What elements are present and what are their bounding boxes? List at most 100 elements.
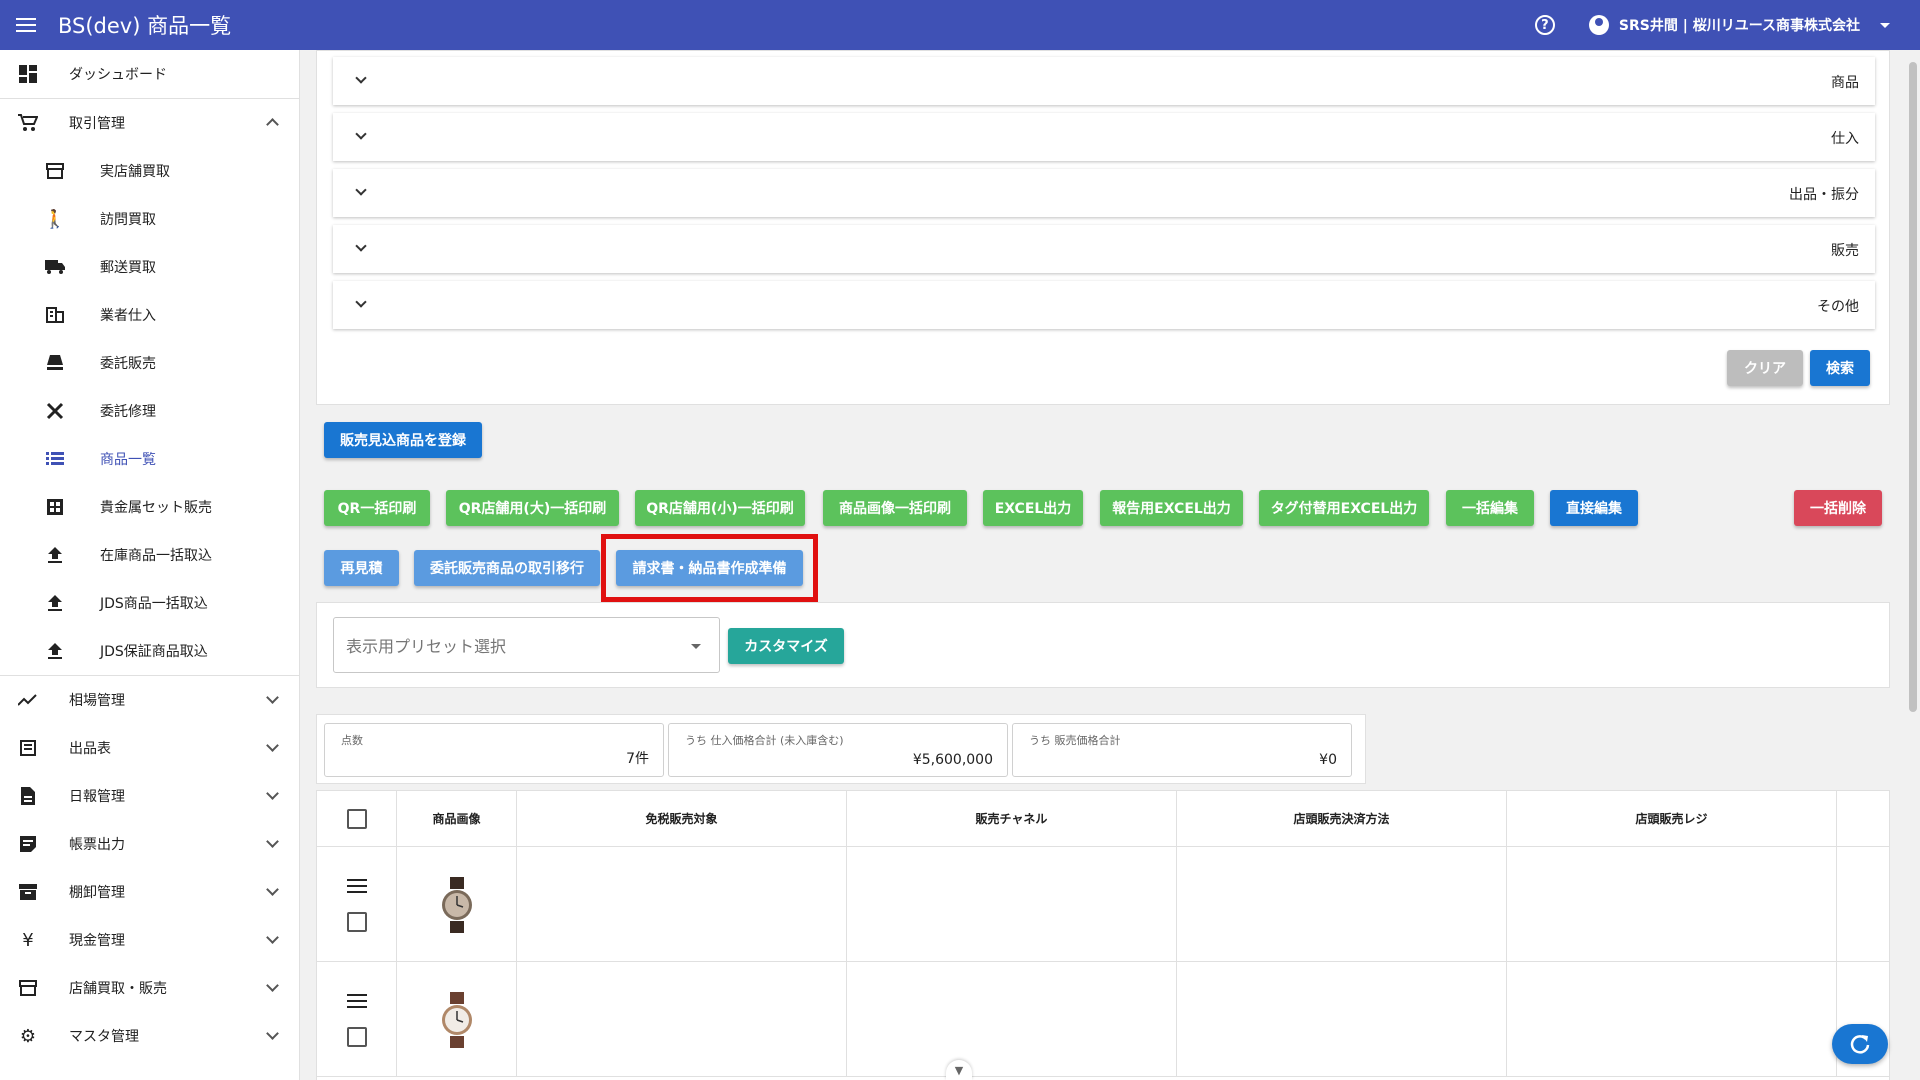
sidebar-item-label: JDS保証商品取込 <box>100 644 208 660</box>
table-cell <box>1177 847 1507 962</box>
product-image-print-button[interactable]: 商品画像一括印刷 <box>823 490 967 526</box>
excel-export-button[interactable]: EXCEL出力 <box>983 490 1083 526</box>
stat-value: 7件 <box>626 751 649 767</box>
sidebar-item-product-list[interactable]: 商品一覧 <box>0 435 299 483</box>
sidebar-item-label: 相場管理 <box>69 693 125 709</box>
sidebar-item-label: 商品一覧 <box>100 452 156 468</box>
sidebar-item-jds-import[interactable]: JDS商品一括取込 <box>0 579 299 627</box>
sidebar-item-vendor-purchase[interactable]: 業者仕入 <box>0 291 299 339</box>
tag-excel-export-button[interactable]: タグ付替用EXCEL出力 <box>1259 490 1429 526</box>
clear-button[interactable]: クリア <box>1727 350 1803 386</box>
report-excel-export-button[interactable]: 報告用EXCEL出力 <box>1100 490 1243 526</box>
scroll-down-icon[interactable]: ▼ <box>946 1060 972 1080</box>
direct-edit-button[interactable]: 直接編集 <box>1550 490 1638 526</box>
chevron-down-icon[interactable] <box>1880 22 1890 28</box>
sidebar-item-daily-report[interactable]: 日報管理 <box>0 772 299 820</box>
chevron-down-icon <box>355 184 367 196</box>
sidebar-item-inventory[interactable]: 棚卸管理 <box>0 868 299 916</box>
upload-icon <box>44 544 66 566</box>
sidebar-item-consign-sale[interactable]: 委託販売 <box>0 339 299 387</box>
sidebar-item-forms[interactable]: 帳票出力 <box>0 820 299 868</box>
tools-icon <box>44 400 66 422</box>
row-checkbox[interactable] <box>347 1027 367 1047</box>
accordion-sales[interactable]: 販売 <box>333 225 1875 273</box>
sidebar-item-visit-buy[interactable]: 🚶 訪問買取 <box>0 195 299 243</box>
help-icon[interactable]: ? <box>1534 15 1555 35</box>
page-title: BS(dev) 商品一覧 <box>58 14 232 38</box>
accordion-purchase[interactable]: 仕入 <box>333 113 1875 161</box>
select-all-checkbox[interactable] <box>347 809 367 829</box>
upload-icon <box>44 640 66 662</box>
sidebar-item-label: 在庫商品一括取込 <box>100 548 212 564</box>
chevron-down-icon <box>266 691 279 704</box>
stat-label: 点数 <box>341 734 363 747</box>
preset-select-placeholder: 表示用プリセット選択 <box>346 637 507 656</box>
qr-store-large-print-button[interactable]: QR店舗用(大)一括印刷 <box>446 490 619 526</box>
list-icon <box>44 448 66 470</box>
building-icon <box>44 304 66 326</box>
yen-icon: ¥ <box>22 929 34 951</box>
chevron-down-icon <box>266 883 279 896</box>
bulk-edit-button[interactable]: 一括編集 <box>1446 490 1534 526</box>
table-cell <box>847 847 1177 962</box>
drag-handle-icon[interactable] <box>347 994 367 1008</box>
qr-bulk-print-button[interactable]: QR一括印刷 <box>324 490 430 526</box>
trend-icon <box>17 689 39 711</box>
sidebar-item-dashboard[interactable]: ダッシュボード <box>0 50 299 98</box>
account-icon[interactable] <box>1588 15 1609 35</box>
table-header: 店頭販売決済方法 <box>1177 791 1507 847</box>
sidebar-item-store-trade[interactable]: 店舗買取・販売 <box>0 964 299 1012</box>
customize-button[interactable]: カスタマイズ <box>728 628 844 664</box>
accordion-label: 商品 <box>1831 75 1859 91</box>
sidebar-item-jds-warranty-import[interactable]: JDS保証商品取込 <box>0 627 299 675</box>
sidebar-item-cash[interactable]: ¥ 現金管理 <box>0 916 299 964</box>
filter-panel: 商品 仕入 出品・振分 販売 その他 クリア 検索 <box>316 50 1890 405</box>
sidebar-item-label: 委託修理 <box>100 404 156 420</box>
stat-value: ¥5,600,000 <box>912 752 993 768</box>
sidebar-item-store-buy[interactable]: 実店舗買取 <box>0 147 299 195</box>
sidebar-item-label: 店舗買取・販売 <box>69 981 167 997</box>
consign-transfer-button[interactable]: 委託販売商品の取引移行 <box>414 550 600 586</box>
accordion-listing[interactable]: 出品・振分 <box>333 169 1875 217</box>
sidebar-item-stock-import[interactable]: 在庫商品一括取込 <box>0 531 299 579</box>
menu-icon[interactable] <box>16 11 44 39</box>
sidebar-item-mail-buy[interactable]: 郵送買取 <box>0 243 299 291</box>
watch-image[interactable] <box>439 877 475 933</box>
stat-label: うち 仕入価格合計 (未入庫含む) <box>685 734 844 747</box>
sidebar-item-market[interactable]: 相場管理 <box>0 676 299 724</box>
watch-image[interactable] <box>439 992 475 1048</box>
sidebar-item-label: 訪問買取 <box>100 212 156 228</box>
qr-store-small-print-button[interactable]: QR店舗用(小)一括印刷 <box>635 490 805 526</box>
store-icon <box>44 160 66 182</box>
table-cell <box>847 962 1177 1077</box>
user-name[interactable]: SRS井間 | 桜川リユース商事株式会社 <box>1619 15 1860 35</box>
dropdown-arrow-icon <box>691 644 701 649</box>
accordion-other[interactable]: その他 <box>333 281 1875 329</box>
register-expected-product-button[interactable]: 販売見込商品を登録 <box>324 422 482 458</box>
note-icon <box>17 833 39 855</box>
invoice-prepare-button[interactable]: 請求書・納品書作成準備 <box>616 550 803 586</box>
lamp-icon <box>44 352 66 374</box>
scrollbar-thumb[interactable] <box>1909 62 1917 712</box>
refresh-button[interactable] <box>1832 1024 1888 1064</box>
re-estimate-button[interactable]: 再見積 <box>324 550 399 586</box>
sidebar-item-label: 郵送買取 <box>100 260 156 276</box>
chevron-down-icon <box>266 1027 279 1040</box>
drag-handle-icon[interactable] <box>347 879 367 893</box>
search-button[interactable]: 検索 <box>1810 350 1870 386</box>
stat-count: 点数 7件 <box>324 723 664 777</box>
stat-value: ¥0 <box>1319 752 1337 768</box>
sidebar-item-consign-repair[interactable]: 委託修理 <box>0 387 299 435</box>
dashboard-icon <box>17 63 39 85</box>
stat-label: うち 販売価格合計 <box>1029 734 1121 747</box>
bulk-delete-button[interactable]: 一括削除 <box>1794 490 1882 526</box>
row-checkbox[interactable] <box>347 912 367 932</box>
accordion-product[interactable]: 商品 <box>333 57 1875 105</box>
sidebar-item-listing[interactable]: 出品表 <box>0 724 299 772</box>
sidebar-item-precious-metal[interactable]: 貴金属セット販売 <box>0 483 299 531</box>
table-row <box>317 847 397 962</box>
preset-select[interactable]: 表示用プリセット選択 <box>333 617 720 673</box>
page-scrollbar[interactable] <box>1906 50 1920 1080</box>
sidebar-item-master[interactable]: ⚙ マスタ管理 <box>0 1012 299 1060</box>
sidebar-item-trade[interactable]: 取引管理 <box>0 99 299 147</box>
